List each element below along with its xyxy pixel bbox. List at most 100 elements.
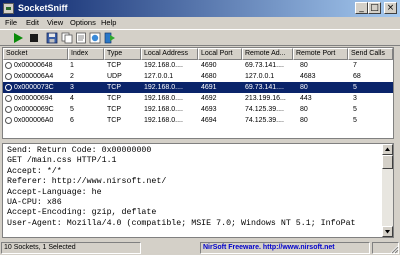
- index-cell: 6: [70, 117, 74, 124]
- index-cell: 3: [70, 84, 74, 91]
- scroll-up-arrow-icon[interactable]: [382, 144, 393, 155]
- menu-help[interactable]: Help: [101, 17, 116, 29]
- detail-line: Accept-Language: he: [7, 187, 102, 197]
- socket-row-icon: [5, 106, 12, 113]
- type-cell: TCP: [107, 84, 121, 91]
- socket-cell: 0x0000069C: [14, 106, 54, 113]
- scroll-down-arrow-icon[interactable]: [382, 226, 393, 237]
- remote-port-cell: 443: [300, 95, 312, 102]
- stop-icon[interactable]: [28, 32, 40, 44]
- socket-row-icon: [5, 84, 12, 91]
- remote-address-cell: 127.0.0.1: [245, 73, 275, 80]
- local-port-cell: 4690: [201, 62, 217, 69]
- detail-line: Referer: http://www.nirsoft.net/: [7, 177, 167, 187]
- html-report-icon[interactable]: [89, 32, 101, 44]
- socket-cell: 0x000006A4: [14, 73, 54, 80]
- column-header-index[interactable]: Index: [68, 48, 104, 60]
- local-address-cell: 192.168.0....: [144, 62, 183, 69]
- socket-cell: 0x00000648: [14, 62, 53, 69]
- local-address-cell: 192.168.0....: [144, 84, 183, 91]
- detail-line: UA-CPU: x86: [7, 198, 62, 207]
- socket-row-icon: [5, 73, 12, 80]
- column-header-local-address[interactable]: Local Address: [141, 48, 198, 60]
- remote-port-cell: 80: [300, 62, 308, 69]
- send-calls-cell: 5: [353, 106, 357, 113]
- send-calls-cell: 5: [353, 117, 357, 124]
- socket-row-icon: [5, 62, 12, 69]
- socket-cell: 0x00000694: [14, 95, 53, 102]
- local-address-cell: 192.168.0....: [144, 95, 183, 102]
- send-calls-cell: 68: [353, 73, 361, 80]
- local-port-cell: 4691: [201, 84, 217, 91]
- save-icon[interactable]: [46, 32, 58, 44]
- socket-row-icon: [5, 95, 12, 102]
- remote-port-cell: 80: [300, 84, 308, 91]
- app-icon[interactable]: [3, 3, 14, 14]
- table-row[interactable]: 0x00000648 1 TCP 192.168.0.... 4690 69.73.141…: [3, 60, 393, 71]
- type-cell: TCP: [107, 106, 121, 113]
- title-bar[interactable]: SocketSniff _ □ ×: [0, 0, 400, 17]
- column-header-local-port[interactable]: Local Port: [198, 48, 242, 60]
- table-row[interactable]: 0x0000073C 3 TCP 192.168.0.... 4691 69.73.141…: [3, 82, 393, 93]
- column-header-socket[interactable]: Socket: [3, 48, 68, 60]
- type-cell: TCP: [107, 117, 121, 124]
- menu-file[interactable]: File: [5, 17, 17, 29]
- column-header-send-calls[interactable]: Send Calls: [348, 48, 393, 60]
- menu-view[interactable]: View: [47, 17, 63, 29]
- detail-line: Accept: */*: [7, 166, 62, 176]
- remote-address-cell: 69.73.141....: [245, 62, 284, 69]
- remote-address-cell: 213.199.16...: [245, 95, 286, 102]
- local-port-cell: 4693: [201, 106, 217, 113]
- column-header-remote-port[interactable]: Remote Port: [293, 48, 348, 60]
- properties-icon[interactable]: [75, 32, 87, 44]
- detail-line: GET /main.css HTTP/1.1: [7, 156, 117, 166]
- menu-edit[interactable]: Edit: [26, 17, 39, 29]
- table-row[interactable]: 0x000006A0 6 TCP 192.168.0.... 4694 74.125.39…: [3, 115, 393, 126]
- remote-port-cell: 80: [300, 117, 308, 124]
- packet-detail-pane[interactable]: Send: Return Code: 0x00000000 GET /main.c…: [2, 143, 394, 238]
- play-icon[interactable]: [12, 32, 24, 44]
- local-port-cell: 4692: [201, 95, 217, 102]
- status-bar: 10 Sockets, 1 Selected NirSoft Freeware.…: [0, 241, 400, 255]
- socket-cell: 0x000006A0: [14, 117, 54, 124]
- menu-bar: File Edit View Options Help: [0, 17, 400, 29]
- status-link-panel: NirSoft Freeware. http://www.nirsoft.net: [200, 242, 370, 254]
- menu-options[interactable]: Options: [70, 17, 96, 29]
- index-cell: 2: [70, 73, 74, 80]
- status-summary: 10 Sockets, 1 Selected: [1, 242, 141, 254]
- toolbar: [0, 29, 400, 46]
- copy-icon[interactable]: [61, 32, 73, 44]
- send-calls-cell: 3: [353, 95, 357, 102]
- local-port-cell: 4680: [201, 73, 217, 80]
- index-cell: 5: [70, 106, 74, 113]
- type-cell: UDP: [107, 73, 122, 80]
- local-address-cell: 127.0.0.1: [144, 73, 174, 80]
- minimize-button[interactable]: _: [355, 2, 368, 14]
- window-title: SocketSniff: [18, 3, 68, 13]
- column-header-remote-address[interactable]: Remote Ad...: [242, 48, 293, 60]
- table-row[interactable]: 0x0000069C 5 TCP 192.168.0.... 4693 74.125.39…: [3, 104, 393, 115]
- socket-row-icon: [5, 117, 12, 124]
- exit-icon[interactable]: [104, 32, 116, 44]
- remote-port-cell: 80: [300, 106, 308, 113]
- socket-table[interactable]: Socket Index Type Local Address Local Po…: [2, 47, 394, 139]
- close-button[interactable]: ×: [384, 2, 397, 14]
- resize-grip-icon[interactable]: [389, 244, 399, 254]
- vertical-scrollbar[interactable]: [382, 144, 393, 237]
- send-calls-cell: 5: [353, 84, 357, 91]
- table-row[interactable]: 0x000006A4 2 UDP 127.0.0.1 4680 127.0.0.1 4683…: [3, 71, 393, 82]
- table-row[interactable]: 0x00000694 4 TCP 192.168.0.... 4692 213.199.1…: [3, 93, 393, 104]
- maximize-button[interactable]: □: [368, 2, 381, 14]
- remote-address-cell: 69.73.141....: [245, 84, 284, 91]
- column-header-type[interactable]: Type: [104, 48, 141, 60]
- detail-line: Accept-Encoding: gzip, deflate: [7, 208, 157, 218]
- socket-cell: 0x0000073C: [14, 84, 54, 91]
- type-cell: TCP: [107, 62, 121, 69]
- scroll-thumb[interactable]: [382, 155, 393, 169]
- detail-line: User-Agent: Mozilla/4.0 (compatible; MSI…: [7, 218, 356, 228]
- remote-address-cell: 74.125.39....: [245, 106, 284, 113]
- remote-port-cell: 4683: [300, 73, 316, 80]
- index-cell: 1: [70, 62, 74, 69]
- nirsoft-link[interactable]: NirSoft Freeware. http://www.nirsoft.net: [203, 244, 335, 251]
- type-cell: TCP: [107, 95, 121, 102]
